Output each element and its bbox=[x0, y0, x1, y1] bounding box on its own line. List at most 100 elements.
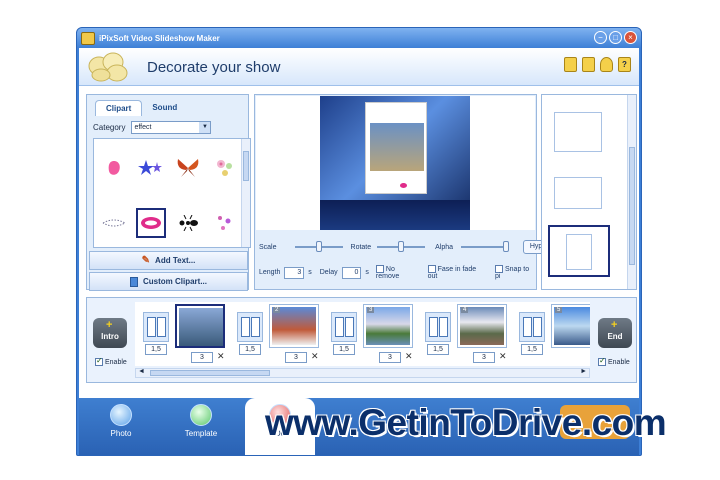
transition-duration[interactable]: 1,5 bbox=[333, 344, 355, 355]
photo-duration[interactable]: 3 bbox=[473, 352, 495, 363]
length-input[interactable]: 3 bbox=[284, 266, 305, 279]
ant-icon[interactable] bbox=[173, 208, 203, 238]
photo-thumb[interactable] bbox=[175, 304, 225, 348]
transition-icon[interactable] bbox=[331, 312, 357, 342]
transition-icon[interactable] bbox=[425, 312, 451, 342]
scale-slider[interactable] bbox=[294, 241, 343, 252]
layout-option[interactable] bbox=[554, 112, 602, 152]
layout-option-selected[interactable] bbox=[548, 225, 610, 277]
delay-input[interactable]: 0 bbox=[341, 266, 362, 279]
transition-duration[interactable]: 1,5 bbox=[145, 344, 167, 355]
no-remove-checkbox[interactable]: No remove bbox=[375, 265, 420, 280]
clipart-panel: Clipart Sound Category effect ▼ ✎ Add Te… bbox=[86, 94, 251, 291]
photo-icon bbox=[110, 404, 132, 426]
transition-duration[interactable]: 1,5 bbox=[427, 344, 449, 355]
scale-label: Scale bbox=[259, 243, 277, 251]
pink-drops-icon[interactable] bbox=[210, 208, 240, 238]
delete-photo-icon[interactable]: ✕ bbox=[405, 351, 413, 362]
transition-icon[interactable] bbox=[519, 312, 545, 342]
photo-number: 4 bbox=[461, 307, 469, 313]
butterfly-icon[interactable] bbox=[173, 153, 203, 183]
alpha-knob[interactable] bbox=[503, 241, 510, 252]
clipart-grid bbox=[93, 138, 251, 248]
nav-photo[interactable]: Photo bbox=[91, 404, 151, 438]
category-select[interactable]: effect ▼ bbox=[131, 121, 212, 134]
fade-checkbox[interactable]: Fase in fade out bbox=[427, 265, 487, 280]
scroll-thumb[interactable] bbox=[150, 370, 270, 376]
transition-duration[interactable]: 1,5 bbox=[521, 344, 543, 355]
preview-photo bbox=[370, 123, 424, 171]
scroll-right-icon[interactable]: ► bbox=[580, 368, 587, 375]
pink-blob-icon[interactable] bbox=[99, 153, 129, 183]
scroll-thumb[interactable] bbox=[629, 147, 635, 265]
maximize-button[interactable]: □ bbox=[609, 31, 622, 44]
length-label: Length bbox=[259, 269, 281, 276]
watermark-text: www.GetinToDrive.com bbox=[265, 402, 667, 443]
delete-photo-icon[interactable]: ✕ bbox=[311, 351, 319, 362]
intro-button[interactable]: + Intro bbox=[93, 318, 127, 348]
layout-scrollbar[interactable] bbox=[627, 95, 636, 289]
layout-option[interactable] bbox=[554, 177, 602, 209]
photo-thumb[interactable]: 3 bbox=[363, 304, 413, 348]
frame-layout-panel bbox=[541, 94, 637, 290]
photo-duration[interactable]: 3 bbox=[191, 352, 213, 363]
tab-clipart[interactable]: Clipart bbox=[95, 100, 143, 116]
tab-sound[interactable]: Sound bbox=[142, 100, 187, 116]
length-unit: s bbox=[308, 269, 312, 276]
scroll-thumb[interactable] bbox=[243, 151, 249, 181]
add-text-label: Add Text... bbox=[155, 256, 196, 265]
checkbox-box[interactable] bbox=[375, 265, 384, 273]
nav-template[interactable]: Template bbox=[171, 404, 231, 438]
timeline-scrollbar[interactable]: ◄ ► bbox=[135, 368, 590, 378]
checkbox-box[interactable] bbox=[598, 356, 606, 366]
intro-label: Intro bbox=[101, 332, 119, 341]
idea-icon[interactable] bbox=[600, 57, 613, 72]
end-enable-checkbox[interactable]: Enable bbox=[598, 356, 630, 366]
lips-icon[interactable] bbox=[400, 183, 407, 188]
rotate-slider[interactable] bbox=[377, 241, 426, 252]
photo-thumb[interactable]: 5 bbox=[551, 304, 590, 348]
clipart-scrollbar[interactable] bbox=[241, 139, 250, 247]
scale-knob[interactable] bbox=[315, 241, 322, 252]
photo-duration[interactable]: 3 bbox=[379, 352, 401, 363]
folder-icon[interactable] bbox=[564, 57, 577, 72]
alpha-label: Alpha bbox=[435, 243, 454, 251]
end-button[interactable]: + End bbox=[598, 318, 632, 348]
timeline-track: 1,5 3 ✕ 1,5 2 3 ✕ 1,5 3 3 ✕ 1,5 4 3 ✕ 1,… bbox=[135, 302, 590, 366]
rotate-knob[interactable] bbox=[398, 241, 405, 252]
blue-stars-icon[interactable] bbox=[136, 153, 166, 183]
lips-icon[interactable] bbox=[136, 208, 166, 238]
help-icon[interactable]: ? bbox=[618, 57, 631, 72]
pencil-icon: ✎ bbox=[141, 255, 151, 266]
transition-duration[interactable]: 1,5 bbox=[239, 344, 261, 355]
alpha-slider[interactable] bbox=[461, 241, 510, 252]
photo-thumb[interactable]: 2 bbox=[269, 304, 319, 348]
delete-photo-icon[interactable]: ✕ bbox=[499, 351, 507, 362]
intro-enable-checkbox[interactable]: Enable bbox=[95, 356, 127, 366]
category-label: Category bbox=[93, 123, 126, 132]
enable-label: Enable bbox=[608, 358, 630, 366]
photo-duration[interactable]: 3 bbox=[285, 352, 307, 363]
checkbox-box[interactable] bbox=[495, 265, 503, 273]
photo-frame[interactable] bbox=[365, 102, 427, 194]
transition-icon[interactable] bbox=[143, 312, 169, 342]
snap-checkbox[interactable]: Snap to pi bbox=[495, 265, 536, 280]
flowers-icon[interactable] bbox=[210, 153, 240, 183]
window-title: iPixSoft Video Slideshow Maker bbox=[99, 33, 220, 43]
checkbox-box[interactable] bbox=[427, 265, 436, 273]
add-text-button[interactable]: ✎ Add Text... bbox=[89, 251, 248, 270]
step-header: Decorate your show ? bbox=[79, 48, 639, 86]
checkbox-box[interactable] bbox=[95, 356, 103, 366]
pearls-icon[interactable] bbox=[99, 208, 129, 238]
enable-label: Enable bbox=[105, 358, 127, 366]
delete-photo-icon[interactable]: ✕ bbox=[217, 351, 225, 362]
title-bar[interactable]: iPixSoft Video Slideshow Maker − □ × bbox=[77, 28, 641, 48]
custom-clipart-button[interactable]: Custom Clipart... bbox=[89, 272, 248, 291]
transition-icon[interactable] bbox=[237, 312, 263, 342]
category-value: effect bbox=[134, 124, 152, 131]
minimize-button[interactable]: − bbox=[594, 31, 607, 44]
scroll-left-icon[interactable]: ◄ bbox=[138, 368, 145, 375]
save-icon[interactable] bbox=[582, 57, 595, 72]
close-button[interactable]: × bbox=[624, 31, 637, 44]
photo-thumb[interactable]: 4 bbox=[457, 304, 507, 348]
